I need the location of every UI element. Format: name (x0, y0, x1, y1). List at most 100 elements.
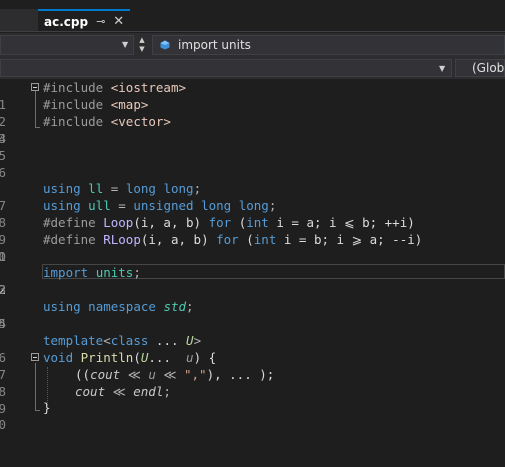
code-line-8[interactable]: 8 using ull = unsigned long long; (0, 197, 505, 230)
punctuation: ( (133, 350, 141, 365)
operator: = (118, 198, 126, 213)
pin-icon[interactable]: ⊸ (96, 15, 105, 28)
code-line-15[interactable]: 5 (0, 315, 505, 332)
code-line-1[interactable]: 1 #include <iostream> (0, 79, 505, 112)
ellipsis: ... (155, 333, 179, 348)
preprocessor-directive: #include (43, 97, 104, 112)
code-line-11[interactable]: 1 (0, 248, 505, 265)
keyword: unsigned long long (133, 198, 269, 213)
chevron-up-icon[interactable]: ▲ (137, 36, 147, 45)
tab-previous[interactable] (0, 9, 38, 32)
punctuation: (( (75, 367, 91, 382)
punctuation: ) { (193, 350, 217, 365)
keyword: class (110, 333, 149, 348)
keyword: template (43, 333, 104, 348)
close-icon[interactable]: ✕ (113, 14, 124, 29)
code-line-2[interactable]: 2 #include <map> (0, 96, 505, 129)
code-line-10[interactable]: 0 #define RLoop(i, a, b) for (int i = b;… (0, 231, 505, 264)
template-param: U (186, 333, 194, 348)
code-line-14[interactable]: 4 using namespace std; (0, 298, 505, 331)
chevron-down-icon[interactable]: ▼ (137, 45, 147, 54)
keyword: import (43, 265, 89, 280)
code-line-5[interactable]: 5 (0, 147, 505, 164)
navigation-spinner[interactable]: ▲ ▼ (137, 36, 147, 54)
preprocessor-directive: #include (43, 114, 104, 129)
code-line-13[interactable]: 3 (0, 281, 505, 298)
line-number: 5 (0, 148, 6, 163)
type-alias: ll (88, 181, 104, 196)
function-name: Println (80, 350, 134, 365)
code-line-6[interactable]: 6 (0, 164, 505, 181)
tab-strip: ac.cpp ⊸ ✕ (0, 0, 505, 32)
line-number: 6 (0, 165, 6, 180)
macro-params: (i, a, b) (140, 232, 209, 247)
line-number: 1 (0, 249, 6, 264)
macro-name: RLoop (103, 232, 141, 247)
navigation-bar: ▼ ▲ ▼ import units (0, 33, 505, 57)
global-variable: cout (90, 367, 121, 382)
macro-params: (i, a, b) (133, 215, 202, 230)
code-editor[interactable]: 1 #include <iostream> 2 #include <map> 3… (0, 79, 505, 432)
parameter: u (148, 367, 156, 382)
punctuation: } (43, 400, 51, 415)
scope-bar: ▼ (Global Scope) (0, 57, 505, 79)
parameter: u (186, 350, 194, 365)
project-dropdown[interactable]: ▼ (0, 35, 134, 55)
namespace-name: std (163, 299, 187, 314)
punctuation: ), ... ); (206, 367, 275, 382)
punctuation: ( (246, 232, 254, 247)
keyword: using (43, 198, 81, 213)
chevron-down-icon: ▼ (122, 40, 129, 49)
preprocessor-directive: #include (43, 80, 104, 95)
preprocessor-directive: #define (43, 215, 96, 230)
global-variable: cout (75, 384, 106, 399)
tab-divider (0, 31, 505, 32)
collapse-icon[interactable] (31, 353, 39, 361)
operator: ≪ (120, 367, 149, 382)
code-line-4[interactable]: 4 (0, 130, 505, 147)
code-line-9[interactable]: 9 #define Loop(i, a, b) for (int i = a; … (0, 214, 505, 247)
include-header: <vector> (110, 114, 171, 129)
ellipsis: ... (148, 350, 171, 365)
cube-icon (160, 40, 170, 50)
keyword: namespace (88, 299, 156, 314)
member-dropdown[interactable]: import units (152, 35, 505, 55)
punctuation: < (103, 333, 111, 348)
tab-title: ac.cpp (44, 14, 89, 29)
operator: = (110, 181, 119, 196)
code-line-18[interactable]: 8 ((cout ≪ u ≪ ","), ... ); (0, 366, 505, 399)
string-literal: "," (183, 367, 207, 382)
macro-name: Loop (103, 215, 134, 230)
member-dropdown-value: import units (178, 38, 251, 52)
macro-body: i = a; i ⩽ b; ++i) (268, 215, 415, 230)
include-header: <iostream> (110, 80, 187, 95)
type-alias: ull (88, 198, 111, 213)
module-name: units (95, 265, 134, 280)
code-line-3[interactable]: 3 #include <vector> (0, 113, 505, 146)
chevron-down-icon: ▼ (439, 64, 446, 73)
macro-body: i = b; i ⩾ a; --i) (276, 232, 423, 247)
code-line-7[interactable]: 7 using ll = long long; (0, 180, 505, 213)
keyword: using (43, 181, 81, 196)
keyword: void (43, 350, 74, 365)
punctuation: ; (193, 181, 202, 196)
keyword: for (208, 215, 232, 230)
line-number: 3 (0, 282, 6, 297)
keyword: int (253, 232, 277, 247)
keyword: for (216, 232, 239, 247)
include-header: <map> (110, 97, 149, 112)
punctuation: ; (186, 299, 194, 314)
global-scope-dropdown[interactable]: (Global Scope) (455, 59, 505, 77)
line-number: 5 (0, 316, 6, 331)
tab-ac-cpp[interactable]: ac.cpp ⊸ ✕ (38, 9, 130, 32)
code-line-12[interactable]: 2 import units; (0, 264, 505, 297)
code-line-16[interactable]: 6 template<class ... U> (0, 332, 505, 365)
code-line-17[interactable]: 7 void Println(U... u) { (0, 349, 505, 382)
code-line-19[interactable]: 9 cout ≪ endl; (0, 383, 505, 416)
collapse-icon[interactable] (31, 83, 39, 91)
line-number: 0 (0, 417, 6, 432)
code-line-20[interactable]: 0 } (0, 399, 505, 432)
punctuation: ; (268, 198, 277, 213)
keyword: long long (125, 181, 194, 196)
scope-dropdown[interactable]: ▼ (0, 59, 452, 77)
